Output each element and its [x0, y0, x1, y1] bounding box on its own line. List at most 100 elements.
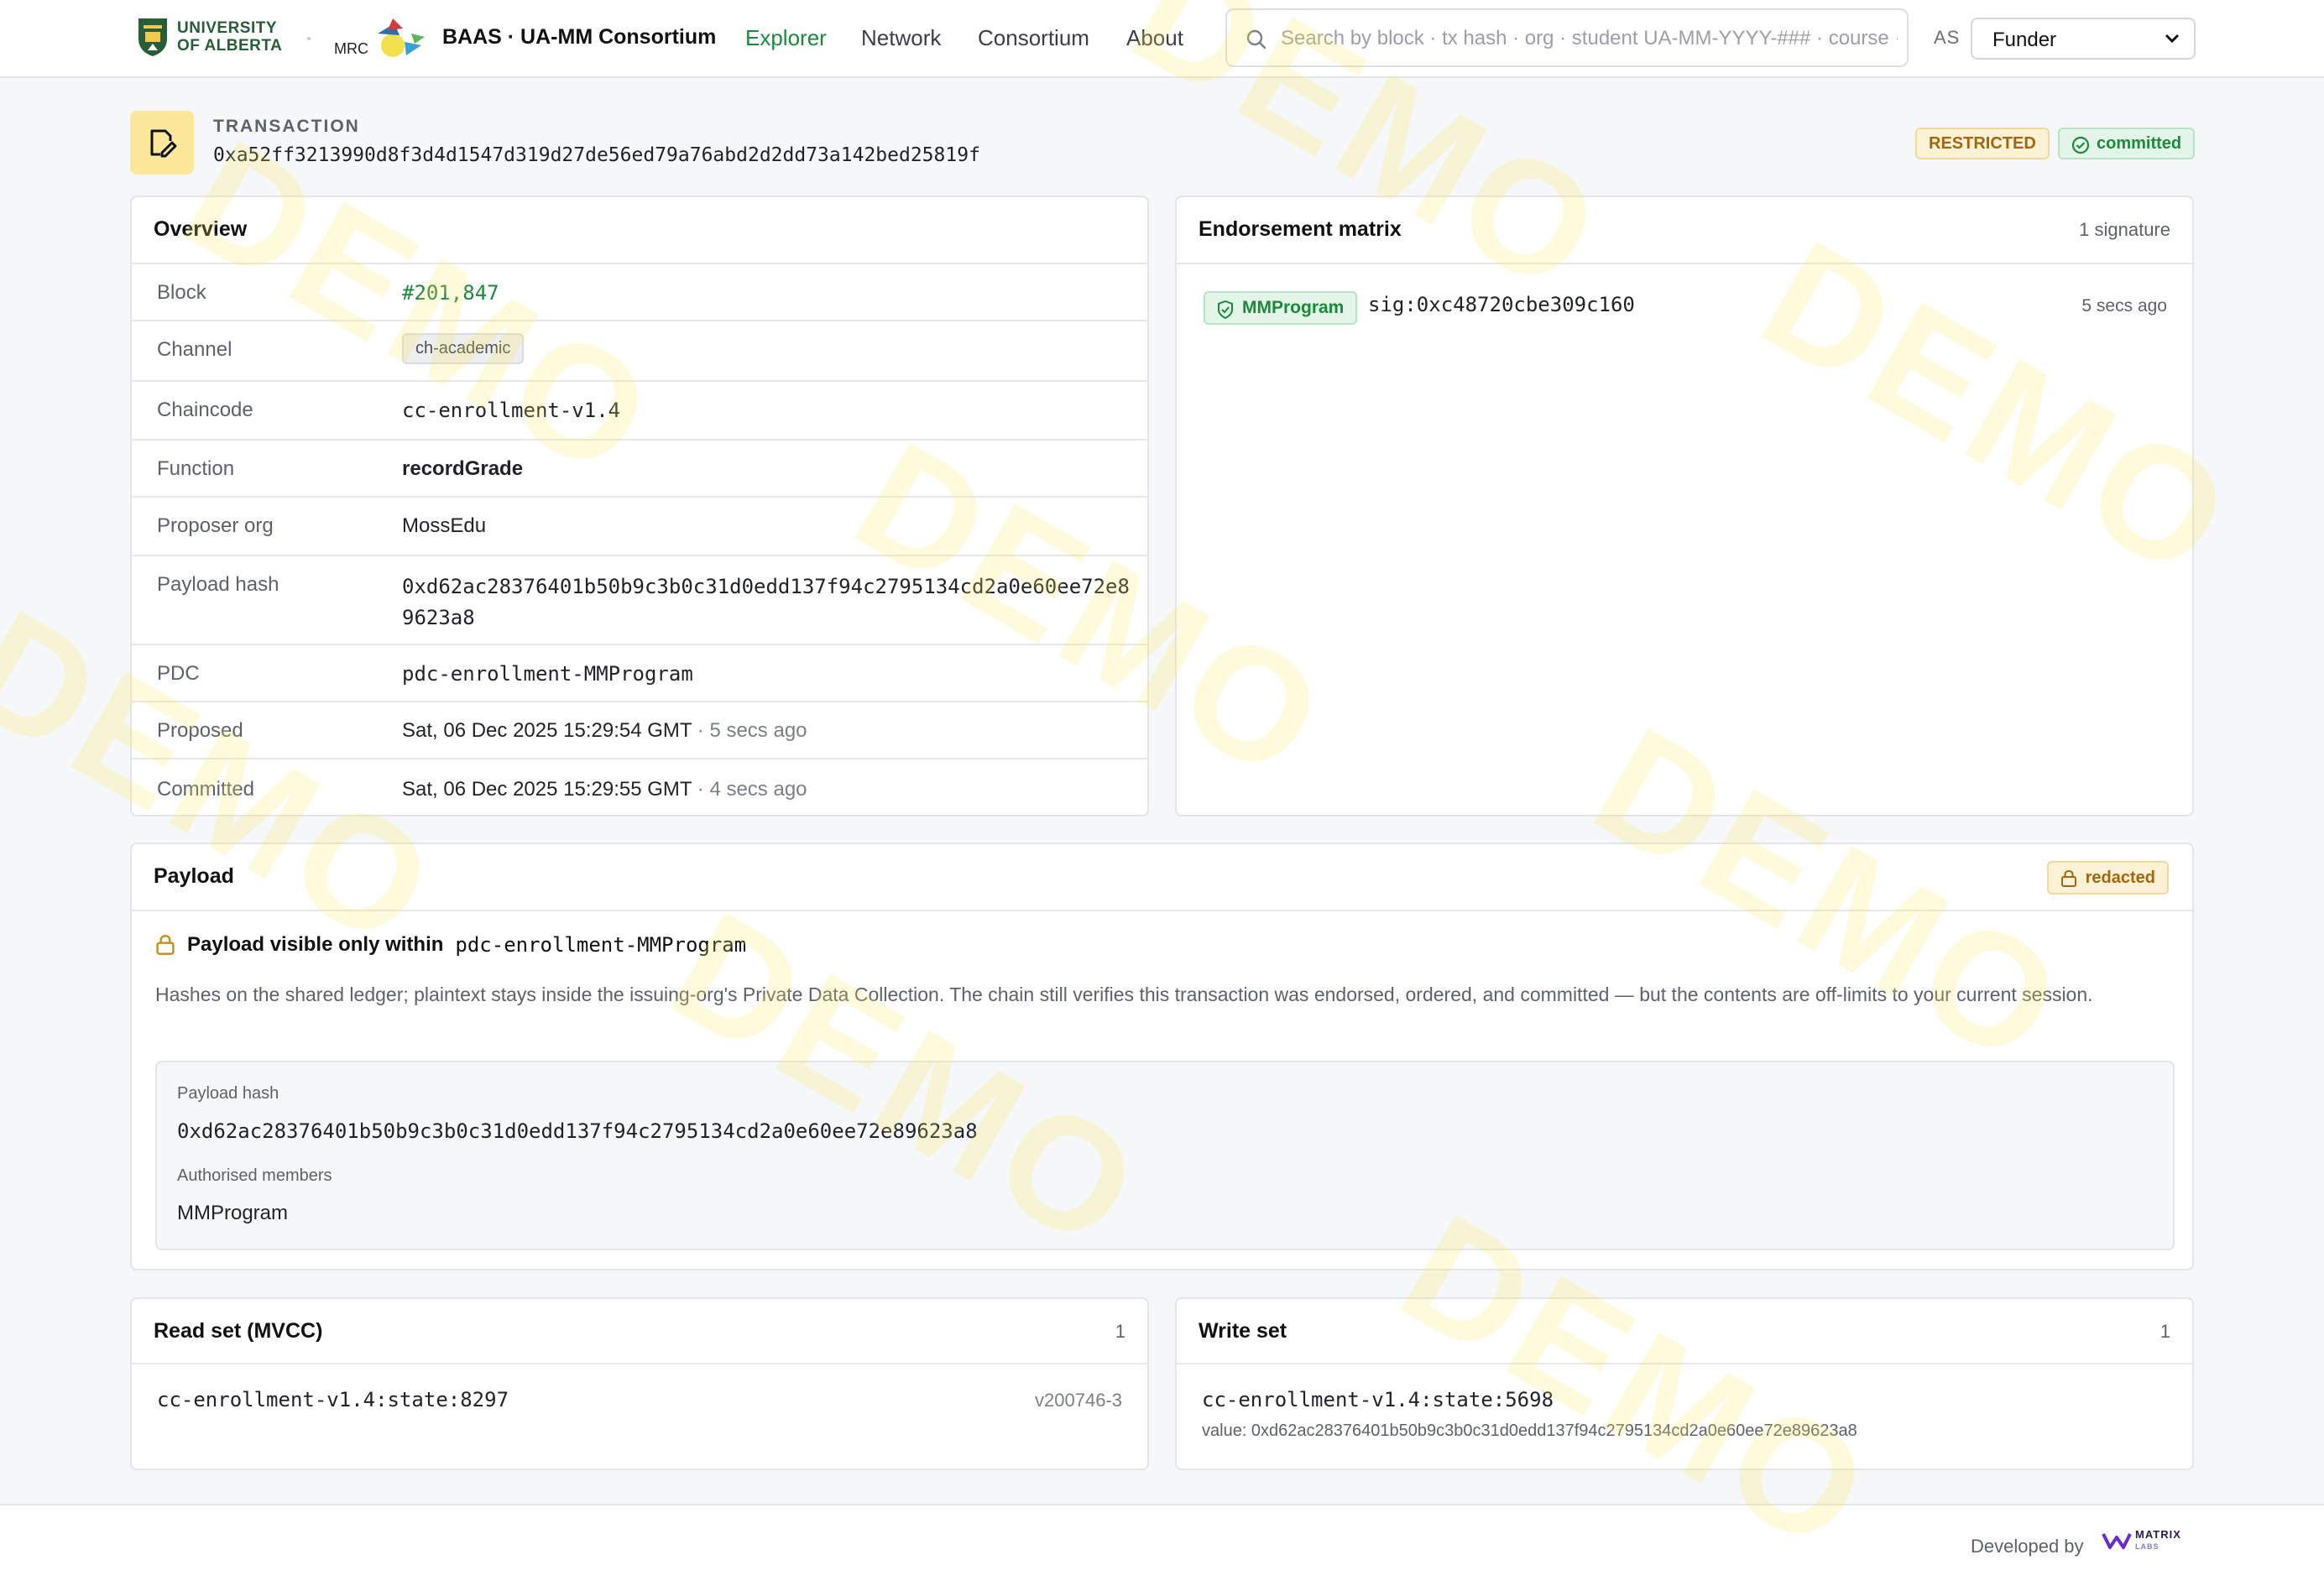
ua-shield-icon [138, 18, 167, 56]
chaincode-value: cc-enrollment-v1.4 [402, 399, 621, 422]
overview-row-pdc: PDC pdc-enrollment-MMProgram [132, 644, 1147, 701]
payload-hash-value: 0xd62ac28376401b50b9c3b0c31d0edd137f94c2… [402, 571, 1130, 634]
overview-row-proposed: Proposed Sat, 06 Dec 2025 15:29:54 GMT ·… [132, 701, 1147, 758]
pdc-value: pdc-enrollment-MMProgram [402, 662, 693, 686]
edit-document-icon [150, 129, 177, 158]
endorser-org-label: MMProgram [1242, 298, 1345, 317]
nav-network[interactable]: Network [861, 25, 941, 51]
row-key: Committed [157, 778, 255, 801]
authorised-members-value: MMProgram [177, 1202, 289, 1224]
row-key: Payload hash [157, 573, 279, 596]
proposed-timestamp: Sat, 06 Dec 2025 15:29:54 GMT [402, 719, 692, 742]
write-set-value: value: 0xd62ac28376401b50b9c3b0c31d0edd1… [1202, 1422, 1857, 1440]
committed-status-label: committed [2097, 134, 2182, 153]
transaction-label: TRANSACTION [213, 117, 360, 136]
committed-timestamp: Sat, 06 Dec 2025 15:29:55 GMT [402, 778, 692, 801]
proposed-value: Sat, 06 Dec 2025 15:29:54 GMT · 5 secs a… [402, 719, 807, 743]
nav-consortium[interactable]: Consortium [978, 25, 1089, 51]
lock-icon [156, 935, 175, 955]
authorised-members-label: Authorised members [177, 1166, 332, 1185]
overview-row-payload-hash: Payload hash 0xd62ac28376401b50b9c3b0c31… [132, 555, 1147, 644]
university-line2: OF ALBERTA [177, 37, 283, 55]
endorsement-time-ago: 5 secs ago [2081, 296, 2167, 316]
chevron-down-icon [2165, 34, 2180, 44]
transaction-icon [130, 111, 194, 175]
row-key: PDC [157, 662, 200, 685]
write-set-card: Write set 1 cc-enrollment-v1.4:state:569… [1175, 1297, 2194, 1470]
restricted-badge: RESTRICTED [1915, 128, 2050, 159]
payload-visibility-notice: Payload visible only within pdc-enrollme… [155, 933, 746, 957]
university-wordmark: UNIVERSITY OF ALBERTA [177, 19, 282, 55]
overview-row-block: Block #201,847 [132, 263, 1147, 320]
matrix-logo-line1: MATRIX [2135, 1528, 2181, 1541]
proposer-org-value: MossEdu [402, 514, 487, 537]
committed-status-badge: committed [2058, 128, 2196, 159]
overview-row-channel: Channel ch-academic [132, 320, 1147, 380]
channel-chip[interactable]: ch-academic [402, 333, 525, 364]
mrc-logo[interactable]: MRC [334, 17, 428, 60]
card-divider [1177, 1363, 2192, 1364]
overview-row-function: Function recordGrade [132, 439, 1147, 496]
row-key: Chaincode [157, 399, 253, 421]
search-icon [1246, 29, 1266, 50]
redacted-label: redacted [2085, 869, 2155, 887]
write-set-count: 1 [2159, 1321, 2170, 1342]
endorsement-matrix-card: Endorsement matrix 1 signature MMProgram… [1175, 196, 2194, 816]
payload-description: Hashes on the shared ledger; plaintext s… [155, 983, 2093, 1005]
redacted-badge: redacted [2046, 861, 2169, 895]
endorser-org-chip[interactable]: MMProgram [1204, 291, 1358, 325]
overview-row-proposer: Proposer org MossEdu [132, 496, 1147, 555]
payload-visible-text: Payload visible only within [187, 933, 444, 956]
row-key: Proposer org [157, 514, 274, 537]
logo-separator [307, 37, 311, 40]
card-divider [132, 910, 2192, 911]
overview-card: Overview Block #201,847 Channel ch-acade… [130, 196, 1149, 816]
function-value: recordGrade [402, 457, 524, 480]
developed-by-label: Developed by [1971, 1536, 2084, 1557]
read-set-key: cc-enrollment-v1.4:state:8297 [157, 1388, 509, 1411]
nav-explorer[interactable]: Explorer [745, 25, 827, 51]
card-divider [132, 1363, 1147, 1364]
row-key: Channel [157, 338, 232, 361]
lock-icon [2060, 869, 2076, 887]
matrix-logo-icon [2102, 1533, 2132, 1549]
row-key: Block [157, 281, 206, 304]
overview-row-chaincode: Chaincode cc-enrollment-v1.4 [132, 380, 1147, 439]
payload-title: Payload [154, 864, 234, 888]
block-number-link[interactable]: #201,847 [402, 281, 499, 305]
read-set-count: 1 [1115, 1321, 1125, 1342]
committed-ago: · 4 secs ago [692, 778, 807, 801]
payload-hash-full: 0xd62ac28376401b50b9c3b0c31d0edd137f94c2… [177, 1119, 978, 1143]
university-line1: UNIVERSITY [177, 19, 278, 37]
search-input[interactable] [1281, 22, 1898, 55]
card-divider [1177, 263, 2192, 264]
search-box[interactable] [1225, 8, 1909, 67]
proposed-ago: · 5 secs ago [692, 719, 807, 742]
payload-visible-pdc: pdc-enrollment-MMProgram [455, 933, 747, 957]
app-brand-title[interactable]: BAAS · UA-MM Consortium [442, 25, 716, 50]
overview-title: Overview [154, 217, 248, 241]
endorsement-title: Endorsement matrix [1199, 217, 1402, 241]
matrix-labs-logo[interactable]: MATRIX LABS [2102, 1529, 2181, 1552]
check-circle-icon [2071, 136, 2090, 154]
committed-value: Sat, 06 Dec 2025 15:29:55 GMT · 4 secs a… [402, 778, 807, 801]
overview-row-committed: Committed Sat, 06 Dec 2025 15:29:55 GMT … [132, 758, 1147, 816]
transaction-hash[interactable]: 0xa52ff3213990d8f3d4d1547d319d27de56ed79… [213, 144, 980, 166]
top-navbar: UNIVERSITY OF ALBERTA MRC BAAS · UA-MM C… [0, 0, 2324, 78]
role-as-label: AS [1934, 27, 1961, 48]
mrc-logo-text: MRC [334, 40, 368, 57]
role-select[interactable]: Funder [1971, 18, 2196, 60]
university-of-alberta-logo[interactable]: UNIVERSITY OF ALBERTA [137, 17, 282, 57]
row-key: Function [157, 457, 235, 480]
read-set-card: Read set (MVCC) 1 cc-enrollment-v1.4:sta… [130, 1297, 1149, 1470]
shield-check-icon [1218, 300, 1233, 319]
read-set-version: v200746-3 [1035, 1390, 1122, 1411]
payload-hash-label: Payload hash [177, 1084, 279, 1103]
nav-about[interactable]: About [1126, 25, 1183, 51]
read-set-title: Read set (MVCC) [154, 1319, 323, 1343]
write-set-title: Write set [1199, 1319, 1287, 1343]
row-key: Proposed [157, 719, 243, 742]
payload-hash-line1: 0xd62ac28376401b50b9c3b0c31d0edd137f94c2… [402, 575, 1130, 598]
role-selected-value: Funder [1992, 29, 2057, 51]
endorsement-signature: sig:0xc48720cbe309c160 [1368, 293, 1635, 316]
